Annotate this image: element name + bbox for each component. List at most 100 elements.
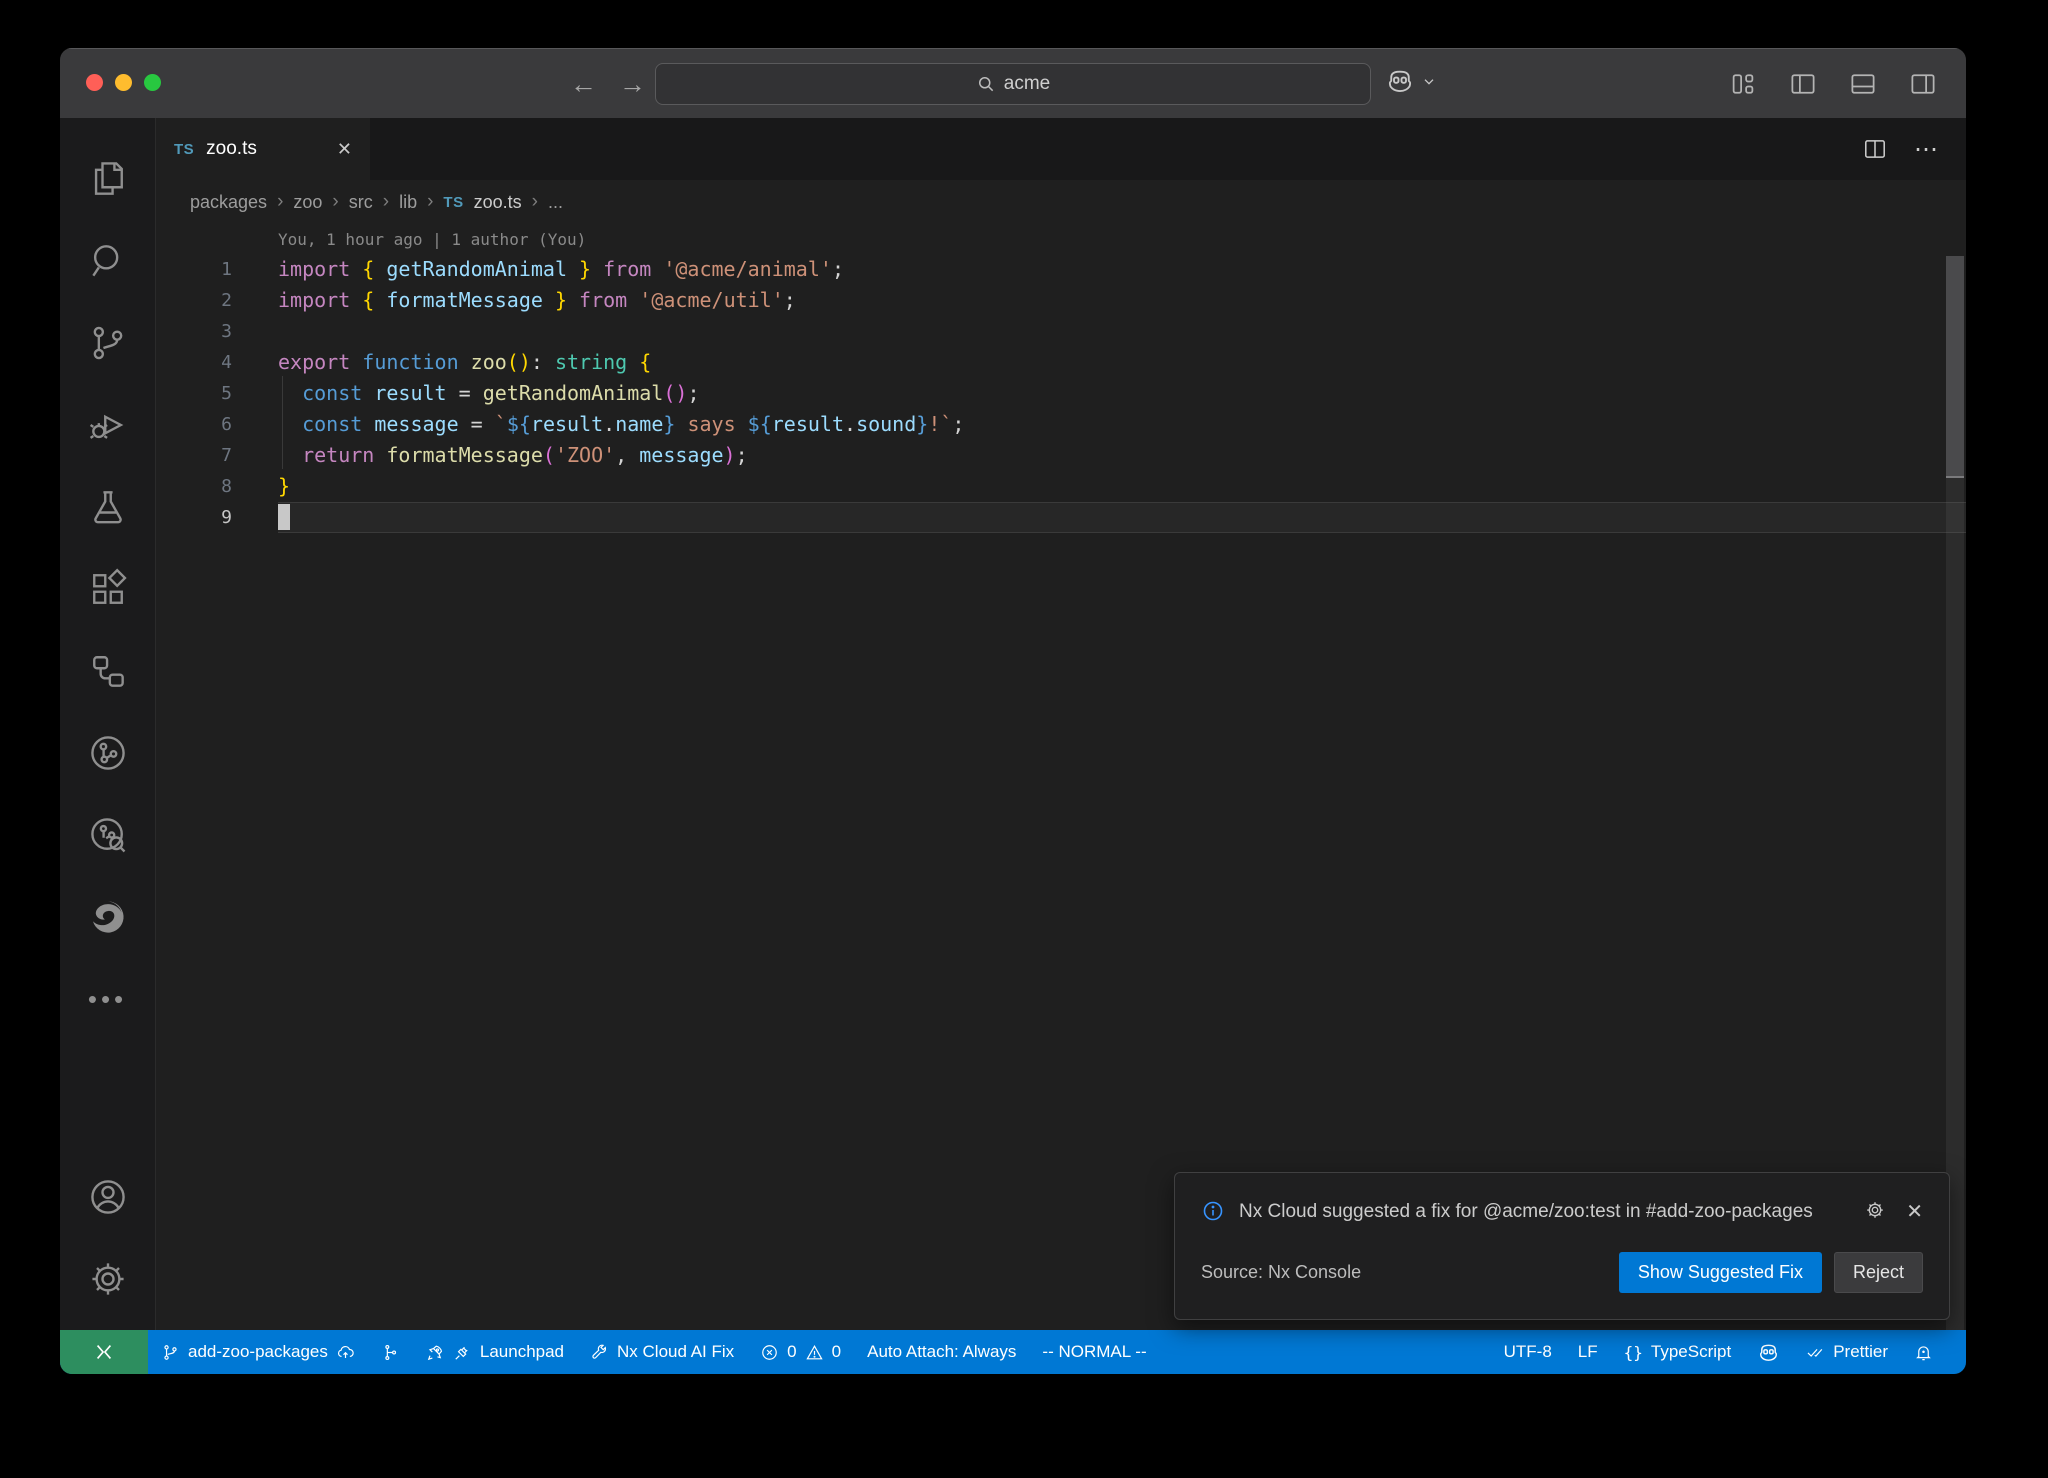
launchpad-status[interactable]: Launchpad <box>413 1330 577 1374</box>
code-line: 5 const result = getRandomAnimal(); <box>156 378 1966 409</box>
code-line: 7 return formatMessage('ZOO', message); <box>156 440 1966 471</box>
zoom-window-button[interactable] <box>144 74 161 91</box>
search-value: acme <box>1004 73 1050 95</box>
line-number: 8 <box>156 471 278 502</box>
copilot-menu-button[interactable] <box>1385 66 1437 96</box>
notification-toast: Nx Cloud suggested a fix for @acme/zoo:t… <box>1174 1172 1950 1320</box>
code-line: 6 const message = `${result.name} says $… <box>156 409 1966 440</box>
chevron-right-icon: › <box>383 191 389 213</box>
notifications-bell[interactable] <box>1901 1330 1946 1374</box>
chevron-right-icon: › <box>427 191 433 213</box>
linked-squares-icon <box>86 649 130 693</box>
forward-button[interactable]: → <box>619 69 646 100</box>
command-center-search[interactable]: acme <box>655 63 1371 105</box>
warning-icon <box>805 1343 824 1362</box>
nx-targets-status[interactable] <box>368 1330 413 1374</box>
show-suggested-fix-button[interactable]: Show Suggested Fix <box>1619 1252 1822 1293</box>
accounts-button[interactable] <box>78 1156 138 1238</box>
line-number: 7 <box>156 440 278 471</box>
tab-bar: TS zoo.ts ✕ ⋯ <box>156 118 1966 180</box>
line-number: 1 <box>156 254 278 285</box>
tab-label: zoo.ts <box>206 138 257 160</box>
close-tab-icon[interactable]: ✕ <box>337 139 352 160</box>
sidebar-item-testing[interactable] <box>78 466 138 548</box>
back-button[interactable]: ← <box>570 69 597 100</box>
notification-close-icon[interactable]: ✕ <box>1906 1199 1923 1224</box>
error-icon <box>760 1343 779 1362</box>
nx-cloud-ai-fix-label: Nx Cloud AI Fix <box>617 1342 734 1362</box>
copilot-icon <box>1757 1341 1780 1364</box>
breadcrumb-more[interactable]: ... <box>548 192 563 213</box>
line-number: 9 <box>156 502 278 533</box>
error-count: 0 <box>787 1342 796 1362</box>
customize-layout-icon[interactable] <box>1728 69 1758 99</box>
code-line-text: const result = getRandomAnimal(); <box>278 378 699 409</box>
code-line-text: export function zoo(): string { <box>278 347 651 378</box>
sidebar-item-nx-cloud[interactable] <box>78 712 138 794</box>
code-editor[interactable]: You, 1 hour ago | 1 author (You) 1import… <box>156 224 1966 1330</box>
close-window-button[interactable] <box>86 74 103 91</box>
circle-branch-icon <box>86 731 130 775</box>
nx-targets-icon <box>381 1343 400 1362</box>
more-actions-icon[interactable]: ⋯ <box>1914 135 1940 164</box>
git-branch-status[interactable]: add-zoo-packages <box>148 1330 368 1374</box>
vim-mode-status[interactable]: -- NORMAL -- <box>1029 1330 1159 1374</box>
line-number: 2 <box>156 285 278 316</box>
branch-name: add-zoo-packages <box>188 1342 328 1362</box>
breadcrumb-file[interactable]: zoo.ts <box>474 192 522 213</box>
code-line: 8} <box>156 471 1966 502</box>
search-icon <box>976 74 996 94</box>
edge-browser-icon <box>86 895 130 939</box>
nx-cloud-ai-fix-status[interactable]: Nx Cloud AI Fix <box>577 1330 747 1374</box>
breadcrumb-item[interactable]: src <box>349 192 373 213</box>
search-icon <box>86 239 130 283</box>
tab-zoo-ts[interactable]: TS zoo.ts ✕ <box>156 118 370 180</box>
notification-message: Nx Cloud suggested a fix for @acme/zoo:t… <box>1239 1197 1850 1226</box>
breadcrumb-item[interactable]: zoo <box>293 192 322 213</box>
typescript-file-icon: TS <box>443 194 463 211</box>
problems-status[interactable]: 0 0 <box>747 1330 854 1374</box>
toggle-secondary-sidebar-icon[interactable] <box>1908 69 1938 99</box>
notification-settings-gear-icon[interactable] <box>1864 1199 1886 1221</box>
toggle-primary-sidebar-icon[interactable] <box>1788 69 1818 99</box>
sidebar-item-source-control[interactable] <box>78 302 138 384</box>
sidebar-item-run-debug[interactable] <box>78 384 138 466</box>
source-control-icon <box>86 321 130 365</box>
split-editor-icon[interactable] <box>1862 136 1888 162</box>
eol-status[interactable]: LF <box>1565 1330 1611 1374</box>
chevron-right-icon: › <box>532 191 538 213</box>
copilot-status[interactable] <box>1744 1330 1793 1374</box>
more-icon: ••• <box>88 984 127 1015</box>
chevron-right-icon: › <box>277 191 283 213</box>
prettier-status[interactable]: Prettier <box>1793 1330 1901 1374</box>
auto-attach-status[interactable]: Auto Attach: Always <box>854 1330 1029 1374</box>
files-icon <box>86 157 130 201</box>
breadcrumb-item[interactable]: packages <box>190 192 267 213</box>
reject-button[interactable]: Reject <box>1834 1252 1923 1293</box>
minimize-window-button[interactable] <box>115 74 132 91</box>
code-line-text: import { getRandomAnimal } from '@acme/a… <box>278 254 844 285</box>
sidebar-item-edge-tools[interactable] <box>78 876 138 958</box>
language-status[interactable]: {} TypeScript <box>1611 1330 1745 1374</box>
settings-button[interactable] <box>78 1238 138 1320</box>
line-number: 3 <box>156 316 278 347</box>
breadcrumb-item[interactable]: lib <box>399 192 417 213</box>
sidebar-item-additional-views[interactable]: ••• <box>78 958 138 1040</box>
chevron-down-icon <box>1421 73 1437 89</box>
remote-indicator[interactable] <box>60 1330 148 1374</box>
sidebar-item-explorer[interactable] <box>78 138 138 220</box>
traffic-lights <box>86 74 161 91</box>
gear-icon <box>86 1257 130 1301</box>
sidebar-item-extensions[interactable] <box>78 548 138 630</box>
scrollbar-thumb[interactable] <box>1946 256 1964 478</box>
plug-icon <box>453 1343 472 1362</box>
code-line-text: import { formatMessage } from '@acme/uti… <box>278 285 796 316</box>
branch-icon <box>161 1343 180 1362</box>
bell-icon <box>1914 1343 1933 1362</box>
vscode-window: ← → acme <box>60 48 1966 1374</box>
toggle-panel-icon[interactable] <box>1848 69 1878 99</box>
encoding-status[interactable]: UTF-8 <box>1491 1330 1565 1374</box>
sidebar-item-nx-project-graph[interactable] <box>78 794 138 876</box>
sidebar-item-search[interactable] <box>78 220 138 302</box>
sidebar-item-nx-console[interactable] <box>78 630 138 712</box>
